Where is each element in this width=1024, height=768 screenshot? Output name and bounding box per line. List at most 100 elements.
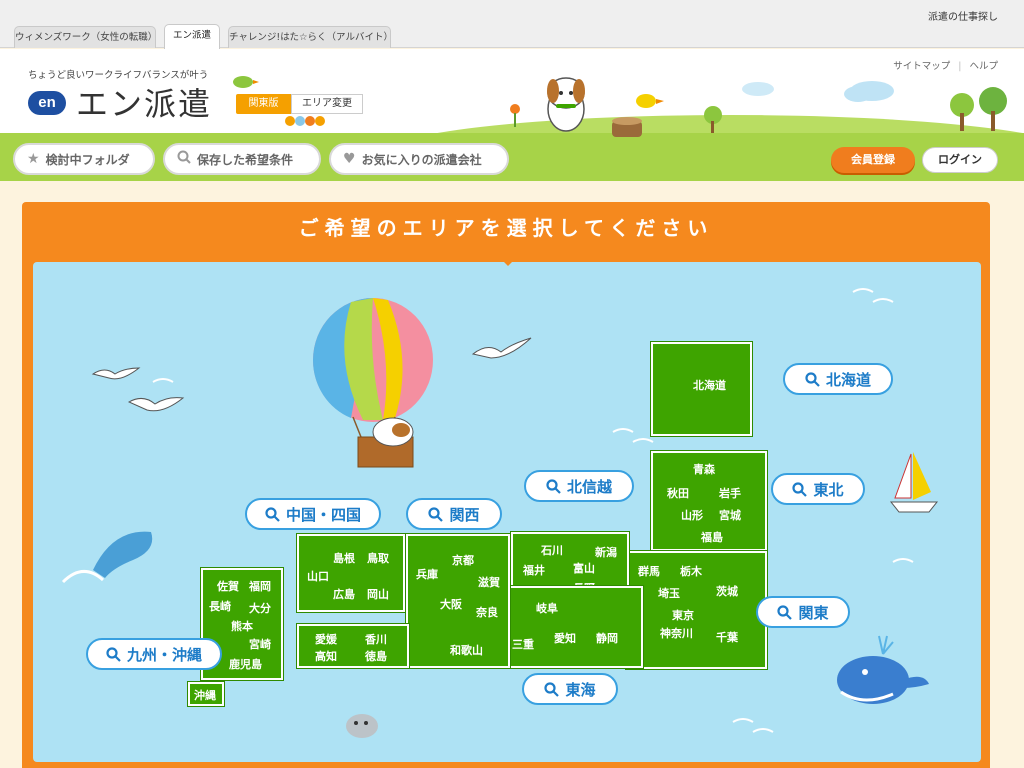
folder-button[interactable]: ★ 検討中フォルダ xyxy=(13,143,155,175)
login-button[interactable]: ログイン xyxy=(922,147,998,173)
pref-ibaraki[interactable]: 茨城 xyxy=(716,583,738,599)
region-button-tokai[interactable]: 東海 xyxy=(522,673,618,705)
pref-okayama[interactable]: 岡山 xyxy=(367,586,389,602)
pref-shimane[interactable]: 島根 xyxy=(333,550,355,566)
pref-block-kanto[interactable]: 群馬 栃木 茨城 埼玉 山梨 東京 神奈川 千葉 xyxy=(614,551,767,669)
pref-mie[interactable]: 三重 xyxy=(512,636,534,652)
pref-tochigi[interactable]: 栃木 xyxy=(680,563,702,579)
region-label: 東海 xyxy=(565,680,596,699)
pref-shizuoka[interactable]: 静岡 xyxy=(596,630,618,646)
pref-kyoto[interactable]: 京都 xyxy=(452,552,474,568)
pref-ishikawa[interactable]: 石川 xyxy=(541,542,563,558)
site-logo[interactable]: エン派遣 xyxy=(76,79,212,125)
pref-kagoshima[interactable]: 鹿児島 xyxy=(229,656,262,672)
pref-nagasaki[interactable]: 長崎 xyxy=(209,598,231,614)
region-button-hokkaido[interactable]: 北海道 xyxy=(783,363,893,395)
pref-oita[interactable]: 大分 xyxy=(249,600,271,616)
region-label: 九州・沖縄 xyxy=(126,645,202,664)
pref-kagawa[interactable]: 香川 xyxy=(365,631,387,647)
pref-saga[interactable]: 佐賀 xyxy=(217,578,239,594)
favorites-button[interactable]: ♥ お気に入りの派遣会社 xyxy=(329,143,509,175)
folder-label: 検討中フォルダ xyxy=(45,152,130,167)
pref-block-chugoku[interactable]: 島根 鳥取 山口 広島 岡山 xyxy=(297,534,405,612)
tab-en-haken[interactable]: エン派遣 xyxy=(164,24,220,49)
heart-icon: ♥ xyxy=(343,151,356,167)
pref-yamagata[interactable]: 山形 xyxy=(681,507,703,523)
sailboat-icon xyxy=(889,452,939,513)
pref-tottori[interactable]: 鳥取 xyxy=(367,550,389,566)
region-button-tohoku[interactable]: 東北 xyxy=(771,473,865,505)
pref-kanagawa[interactable]: 神奈川 xyxy=(660,625,693,641)
pref-hyogo[interactable]: 兵庫 xyxy=(416,566,438,582)
util-separator: | xyxy=(958,61,962,72)
pref-kochi[interactable]: 高知 xyxy=(315,648,337,664)
pref-gunma[interactable]: 群馬 xyxy=(638,563,660,579)
region-button-kansai[interactable]: 関西 xyxy=(406,498,502,530)
region-button-hokushinetsu[interactable]: 北信越 xyxy=(524,470,634,502)
pref-block-kansai[interactable]: 兵庫 京都 滋賀 大阪 奈良 和歌山 xyxy=(406,534,510,668)
pref-tokyo[interactable]: 東京 xyxy=(672,607,694,623)
pref-saitama[interactable]: 埼玉 xyxy=(658,585,680,601)
area-change-button[interactable]: エリア変更 xyxy=(291,94,363,114)
pref-niigata[interactable]: 新潟 xyxy=(595,544,617,560)
pref-yamaguchi[interactable]: 山口 xyxy=(307,568,329,584)
region-label: 東北 xyxy=(813,480,844,499)
search-icon xyxy=(792,481,808,497)
pref-fukuoka[interactable]: 福岡 xyxy=(249,578,271,594)
search-icon xyxy=(805,371,820,387)
pref-miyagi[interactable]: 宮城 xyxy=(719,507,741,523)
pref-ehime[interactable]: 愛媛 xyxy=(315,631,337,647)
pref-block-shikoku[interactable]: 愛媛 香川 高知 徳島 xyxy=(297,624,409,668)
signup-button[interactable]: 会員登録 xyxy=(831,147,915,173)
page-title: ご希望のエリアを選択してください xyxy=(22,202,990,252)
pref-wakayama[interactable]: 和歌山 xyxy=(450,642,483,658)
pref-fukushima[interactable]: 福島 xyxy=(701,529,723,545)
pref-miyazaki[interactable]: 宮崎 xyxy=(249,636,271,652)
pref-toyama[interactable]: 富山 xyxy=(573,560,595,576)
site-title-link[interactable]: 派遣の仕事探し xyxy=(928,8,998,23)
pref-block-tokai[interactable]: 岐阜 三重 愛知 静岡 xyxy=(498,586,643,668)
region-label: 北信越 xyxy=(566,477,612,496)
pref-nara[interactable]: 奈良 xyxy=(476,604,498,620)
dolphin-icon xyxy=(61,531,153,584)
whale-icon xyxy=(837,635,929,704)
tab-womens-work[interactable]: ウィメンズワーク（女性の転職） xyxy=(14,26,157,48)
search-icon xyxy=(777,604,793,620)
en-logo-mark[interactable]: en xyxy=(28,91,66,115)
pref-block-tohoku[interactable]: 青森 秋田 岩手 山形 宮城 福島 xyxy=(651,451,767,551)
region-button-kyushu-okinawa[interactable]: 九州・沖縄 xyxy=(86,638,222,670)
tab-hataraku[interactable]: チャレンジ!はた☆らく（アルバイト） xyxy=(228,26,393,48)
search-icon xyxy=(177,150,191,168)
pref-aomori[interactable]: 青森 xyxy=(693,461,715,477)
pref-hokkaido[interactable]: 北海道 xyxy=(693,377,726,393)
hot-air-balloon-icon xyxy=(312,298,433,468)
search-icon xyxy=(428,506,444,522)
region-button-chugoku-shikoku[interactable]: 中国・四国 xyxy=(245,498,381,530)
pref-gifu[interactable]: 岐阜 xyxy=(536,600,558,616)
utility-links: サイトマップ | ヘルプ xyxy=(893,58,998,72)
pref-block-hokkaido[interactable]: 北海道 xyxy=(651,342,752,436)
pref-hiroshima[interactable]: 広島 xyxy=(333,586,355,602)
pref-shiga[interactable]: 滋賀 xyxy=(478,574,500,590)
saved-conditions-button[interactable]: 保存した希望条件 xyxy=(163,143,321,175)
pref-fukui[interactable]: 福井 xyxy=(523,562,545,578)
star-icon: ★ xyxy=(27,151,40,167)
search-icon xyxy=(546,478,561,494)
region-label: 中国・四国 xyxy=(285,505,361,524)
pref-tokushima[interactable]: 徳島 xyxy=(365,648,387,664)
pref-akita[interactable]: 秋田 xyxy=(667,485,689,501)
current-area-badge: 関東版 xyxy=(236,94,291,114)
pref-osaka[interactable]: 大阪 xyxy=(440,596,462,612)
japan-map: 北海道 青森 秋田 岩手 山形 宮城 福島 群馬 栃木 茨城 埼玉 山梨 東京 … xyxy=(33,262,981,762)
help-link[interactable]: ヘルプ xyxy=(969,61,998,72)
region-label: 北海道 xyxy=(825,370,871,389)
pref-okinawa[interactable]: 沖縄 xyxy=(194,687,216,703)
pref-aichi[interactable]: 愛知 xyxy=(554,630,576,646)
sitemap-link[interactable]: サイトマップ xyxy=(893,61,950,72)
pref-iwate[interactable]: 岩手 xyxy=(719,485,741,501)
region-button-kanto[interactable]: 関東 xyxy=(756,596,850,628)
pref-chiba[interactable]: 千葉 xyxy=(716,629,738,645)
favorites-label: お気に入りの派遣会社 xyxy=(361,152,482,167)
pref-block-okinawa[interactable]: 沖縄 xyxy=(188,682,224,706)
pref-kumamoto[interactable]: 熊本 xyxy=(231,618,253,634)
